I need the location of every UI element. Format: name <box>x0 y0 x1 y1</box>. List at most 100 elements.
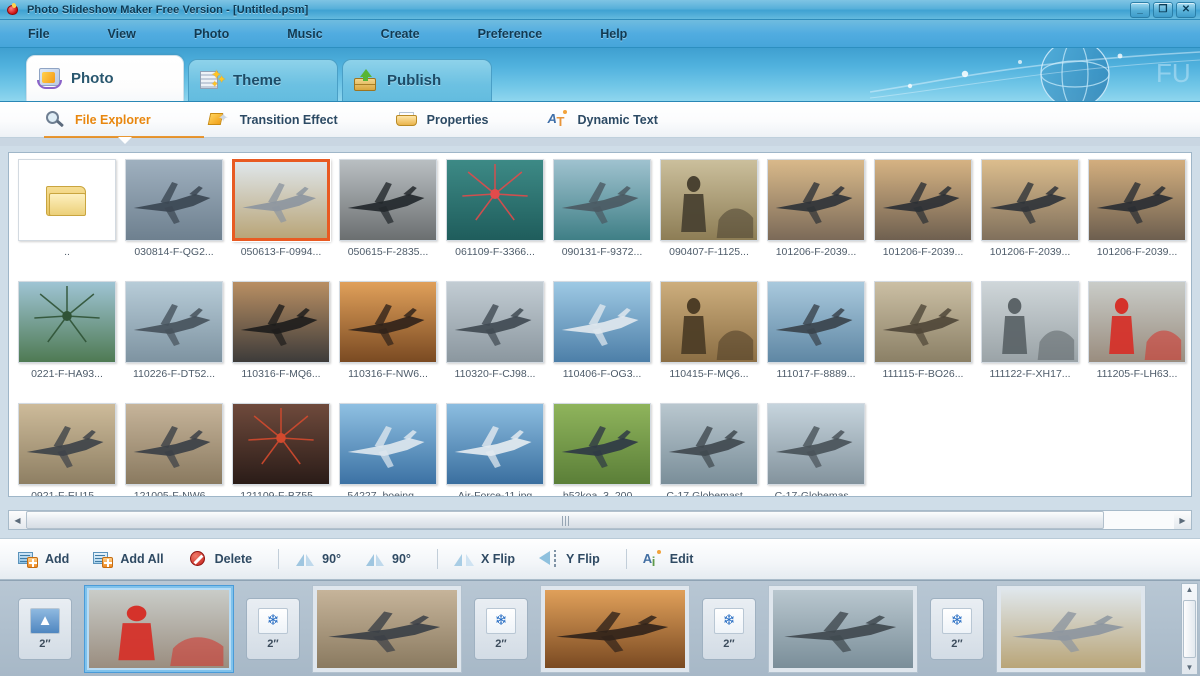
rotate-left-button[interactable]: 90° <box>295 550 341 568</box>
filmstrip-scroll-up-arrow[interactable]: ▲ <box>1186 586 1194 594</box>
thumbnail-item[interactable]: 121109-F-BZ55... <box>228 403 334 496</box>
thumbnail-image[interactable] <box>18 403 116 485</box>
thumbnail-item[interactable]: 061109-F-3366... <box>442 159 548 258</box>
thumbnail-item[interactable]: C-17 Globemast... <box>656 403 762 496</box>
transition-button[interactable]: ▲ 2″ <box>18 597 72 660</box>
delete-button[interactable]: Delete <box>188 550 252 568</box>
menu-item-photo[interactable]: Photo <box>182 24 241 44</box>
transition-button[interactable]: ❄ 2″ <box>474 597 528 660</box>
tab-theme[interactable]: ✦ ✦ ✦ Theme <box>188 59 338 101</box>
transition-button[interactable]: ❄ 2″ <box>702 597 756 660</box>
edit-button[interactable]: Ai Edit <box>643 550 693 568</box>
close-button[interactable]: ✕ <box>1176 2 1196 18</box>
thumbnail-item[interactable]: 111122-F-XH17... <box>977 281 1083 380</box>
thumbnail-item[interactable]: 101206-F-2039... <box>1084 159 1190 258</box>
thumbnail-image[interactable] <box>339 403 437 485</box>
filmstrip-slide[interactable] <box>768 584 918 673</box>
scroll-left-arrow[interactable]: ◀ <box>9 511 26 529</box>
scrollbar-thumb[interactable] <box>26 511 1104 529</box>
menu-item-file[interactable]: File <box>16 24 62 44</box>
thumbnail-image[interactable] <box>125 159 223 241</box>
transition-slot[interactable]: ❄ 2″ <box>236 581 310 676</box>
thumbnail-image[interactable] <box>553 403 651 485</box>
thumbnail-image[interactable] <box>125 281 223 363</box>
thumbnail-image[interactable] <box>874 281 972 363</box>
subtab-transition-effect[interactable]: ✦ Transition Effect <box>207 110 338 130</box>
parent-folder-item[interactable]: .. <box>14 159 120 258</box>
thumbnail-item[interactable]: 110316-F-NW6... <box>335 281 441 380</box>
thumbnail-image[interactable] <box>232 403 330 485</box>
filmstrip-scrollbar-thumb[interactable] <box>1183 600 1196 658</box>
thumbnail-image[interactable] <box>339 159 437 241</box>
filmstrip-vertical-scrollbar[interactable]: ▲ ▼ <box>1181 583 1198 675</box>
thumbnail-image[interactable] <box>446 403 544 485</box>
thumbnail-item[interactable]: 101206-F-2039... <box>870 159 976 258</box>
thumbnail-item[interactable]: 110320-F-CJ98... <box>442 281 548 380</box>
subtab-dynamic-text[interactable]: AT Dynamic Text <box>547 109 658 130</box>
add-button[interactable]: Add <box>18 550 69 568</box>
thumbnail-image-selected[interactable] <box>232 159 330 241</box>
thumbnail-image[interactable] <box>18 159 116 241</box>
thumbnail-item[interactable]: 030814-F-QG2... <box>121 159 227 258</box>
filmstrip-slide-selected[interactable] <box>84 584 234 673</box>
filmstrip-slide[interactable] <box>540 584 690 673</box>
scroll-right-arrow[interactable]: ▶ <box>1174 511 1191 529</box>
storyboard-filmstrip[interactable]: ▲ 2″ ❄ 2″ ❄ 2″ ❄ 2″ ❄ 2″ ▲ ▼ <box>0 580 1200 676</box>
menu-item-create[interactable]: Create <box>369 24 432 44</box>
tab-photo[interactable]: Photo <box>26 55 184 101</box>
thumbnail-image[interactable] <box>1088 281 1186 363</box>
thumbnail-item[interactable]: 101206-F-2039... <box>763 159 869 258</box>
subtab-properties[interactable]: Properties <box>395 110 489 130</box>
filmstrip-slide[interactable] <box>996 584 1146 673</box>
thumbnail-item[interactable]: 090407-F-1125... <box>656 159 762 258</box>
thumbnail-image[interactable] <box>553 281 651 363</box>
thumbnail-item[interactable]: 111115-F-BO26... <box>870 281 976 380</box>
y-flip-button[interactable]: Y Flip <box>538 550 600 568</box>
menu-item-help[interactable]: Help <box>588 24 639 44</box>
thumbnail-item[interactable]: 54227_boeing_... <box>335 403 441 496</box>
thumbnail-image[interactable] <box>767 403 865 485</box>
thumbnail-item[interactable]: 111205-F-LH63... <box>1084 281 1190 380</box>
add-all-button[interactable]: Add All <box>93 550 164 568</box>
thumbnail-item[interactable]: 050615-F-2835... <box>335 159 441 258</box>
filmstrip-scroll-down-arrow[interactable]: ▼ <box>1186 664 1194 672</box>
transition-slot[interactable]: ❄ 2″ <box>920 581 994 676</box>
transition-button[interactable]: ❄ 2″ <box>246 597 300 660</box>
thumbnail-item[interactable]: 111017-F-8889... <box>763 281 869 380</box>
thumbnail-image[interactable] <box>232 281 330 363</box>
thumbnail-item[interactable]: C-17-Globemas... <box>763 403 869 496</box>
thumbnail-image[interactable] <box>125 403 223 485</box>
thumbnail-image[interactable] <box>767 159 865 241</box>
thumbnail-image[interactable] <box>660 159 758 241</box>
thumbnail-item[interactable]: Air-Force-11.jpg <box>442 403 548 496</box>
thumbnail-image[interactable] <box>874 159 972 241</box>
thumbnail-image[interactable] <box>553 159 651 241</box>
menu-item-music[interactable]: Music <box>275 24 334 44</box>
menu-item-view[interactable]: View <box>96 24 148 44</box>
thumbnail-image[interactable] <box>660 403 758 485</box>
filmstrip-slide[interactable] <box>312 584 462 673</box>
thumbnail-item[interactable]: b52koa_3_200... <box>549 403 655 496</box>
thumbnail-item[interactable]: 110226-F-DT52... <box>121 281 227 380</box>
thumbnail-item[interactable]: 110415-F-MQ6... <box>656 281 762 380</box>
thumbnail-image[interactable] <box>1088 159 1186 241</box>
scrollbar-track[interactable] <box>26 511 1174 529</box>
thumbnail-image[interactable] <box>339 281 437 363</box>
thumbnail-item[interactable]: 0921-F-EU15... <box>14 403 120 496</box>
thumbnail-image[interactable] <box>660 281 758 363</box>
x-flip-button[interactable]: X Flip <box>453 550 515 568</box>
transition-slot[interactable]: ▲ 2″ <box>8 581 82 676</box>
thumbnail-image[interactable] <box>981 159 1079 241</box>
thumbnail-image[interactable] <box>981 281 1079 363</box>
thumbnail-item[interactable]: 050613-F-0994... <box>228 159 334 258</box>
thumbnail-image[interactable] <box>446 159 544 241</box>
subtab-file-explorer[interactable]: File Explorer <box>44 110 151 130</box>
thumbnail-image[interactable] <box>446 281 544 363</box>
menu-item-preference[interactable]: Preference <box>466 24 555 44</box>
thumbnail-image[interactable] <box>18 281 116 363</box>
thumbnail-item[interactable]: 090131-F-9372... <box>549 159 655 258</box>
transition-slot[interactable]: ❄ 2″ <box>464 581 538 676</box>
minimize-button[interactable]: _ <box>1130 2 1150 18</box>
rotate-right-button[interactable]: 90° <box>365 550 411 568</box>
tab-publish[interactable]: Publish <box>342 59 492 101</box>
